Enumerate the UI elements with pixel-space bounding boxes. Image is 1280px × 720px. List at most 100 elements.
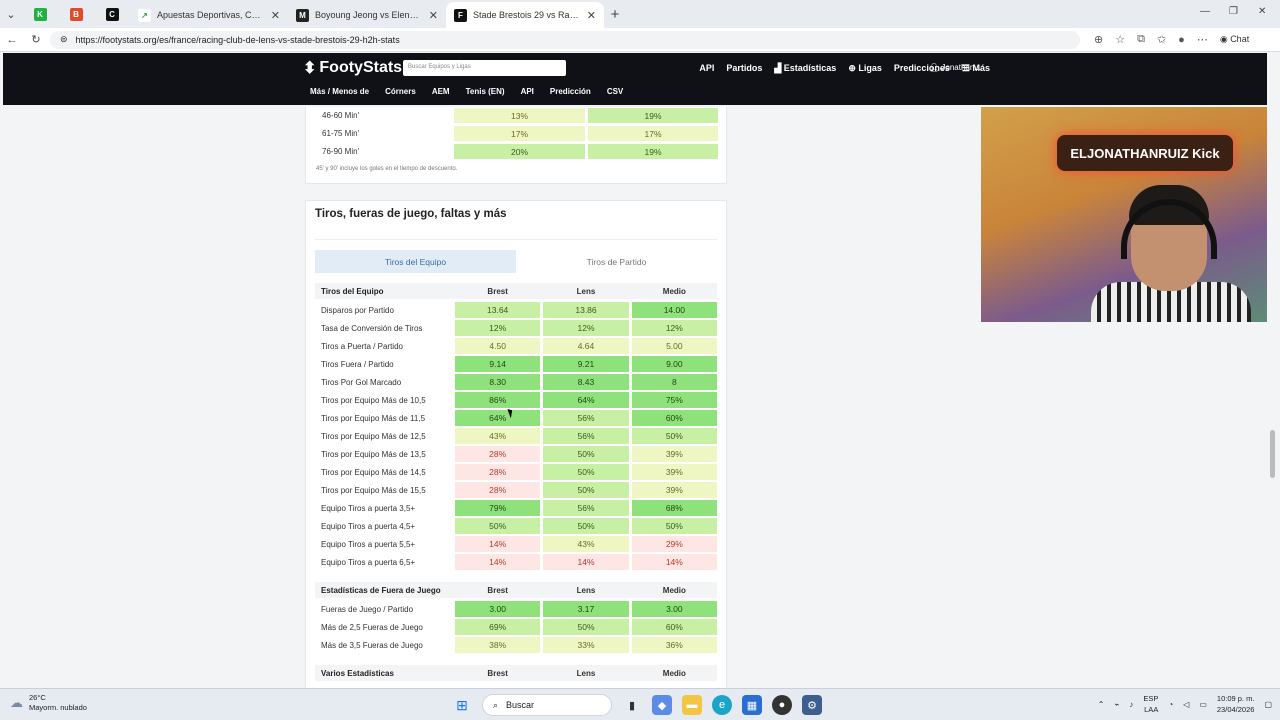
language-indicator[interactable]: ESP LAA xyxy=(1143,693,1158,715)
brest-value: 20% xyxy=(454,144,585,159)
chat-label: Chat xyxy=(1230,34,1250,44)
table-row: Equipo Tiros a puerta 6,5+ 14% 14% 14% xyxy=(315,554,718,570)
table-row: Tiros por Equipo Más de 13,5 28% 50% 39% xyxy=(315,446,718,462)
browser-tab-2[interactable]: M Boyoung Jeong vs Elena Micic H2... ✕ xyxy=(288,2,446,28)
brest-value: 14% xyxy=(454,554,541,570)
apuestas-favicon-icon: ↗ xyxy=(138,8,151,22)
taskbar-clock[interactable]: 10:09 p. m. 23/04/2026 xyxy=(1217,693,1255,715)
table-row: Tiros por Equipo Más de 15,5 28% 50% 39% xyxy=(315,482,718,498)
close-tab-icon[interactable]: ✕ xyxy=(587,9,596,22)
site-search-input[interactable]: Buscar Equipos y Ligas xyxy=(403,60,566,76)
edge-icon[interactable]: e xyxy=(712,695,732,715)
close-tab-icon[interactable]: ✕ xyxy=(271,9,280,22)
brest-value: 4.50 xyxy=(454,338,541,354)
tab-team-shots[interactable]: Tiros del Equipo xyxy=(315,250,516,273)
site-header: ⬍ FootyStats Buscar Equipos y Ligas API P… xyxy=(3,53,1267,105)
lens-header: Lens xyxy=(576,585,596,595)
brest-value: 13.64 xyxy=(454,302,541,318)
chart-icon: ▟ xyxy=(774,63,784,73)
brest-value: 17% xyxy=(454,126,585,141)
battery-icon[interactable]: ▭ xyxy=(1199,700,1207,709)
notifications-icon[interactable]: ▢ xyxy=(1264,700,1272,709)
brest-value: 64% xyxy=(454,410,541,426)
reload-icon[interactable]: ↻ xyxy=(24,33,48,46)
brest-value: 28% xyxy=(454,464,541,480)
subnav-corners[interactable]: Córners xyxy=(385,87,416,96)
lens-value: 56% xyxy=(543,428,629,444)
b-favicon-icon: B xyxy=(69,7,83,21)
subnav-csv[interactable]: CSV xyxy=(607,87,623,96)
favorites-icon[interactable]: ✩ xyxy=(1157,33,1166,46)
subnav-aem[interactable]: AEM xyxy=(432,87,450,96)
lens-value: 33% xyxy=(543,637,629,653)
system-tray: ⌃ ⌁ ♪ ESP LAA ◔ ◁ ▭ 10:09 p. m. 23/04/2026… xyxy=(1098,693,1272,715)
wifi-icon[interactable]: ◔ xyxy=(1168,700,1173,709)
network-icon[interactable]: ⌁ xyxy=(1114,700,1119,709)
pinned-tab-c[interactable]: C xyxy=(94,1,130,27)
minimize-icon[interactable]: — xyxy=(1200,6,1210,17)
average-value: 29% xyxy=(631,536,718,552)
volume-icon[interactable]: ◁ xyxy=(1183,700,1189,709)
more-menu-icon[interactable]: ⋯ xyxy=(1197,33,1208,46)
calculator-icon[interactable]: ▦ xyxy=(742,695,762,715)
browser-tab-3-active[interactable]: F Stade Brestois 29 vs Racing Club d... … xyxy=(446,2,604,28)
lens-value: 56% xyxy=(543,410,629,426)
settings-gear-icon[interactable]: ⚙ xyxy=(802,695,822,715)
restore-icon[interactable]: ❐ xyxy=(1229,6,1238,17)
site-info-icon[interactable]: ⊜ xyxy=(60,34,68,45)
table-row: Tiros por Equipo Más de 12,5 43% 56% 50% xyxy=(315,428,718,444)
taskbar-search[interactable]: ⌕ Buscar xyxy=(482,694,612,716)
nav-estadisticas[interactable]: ▟ Estadísticas xyxy=(774,63,836,74)
pinned-tab-k[interactable]: K xyxy=(22,1,58,27)
new-tab-button[interactable]: + xyxy=(604,6,626,23)
tray-chevron-icon[interactable]: ⌃ xyxy=(1098,700,1105,709)
pinned-tab-b[interactable]: B xyxy=(58,1,94,27)
nav-ligas[interactable]: ⊕ Ligas xyxy=(848,63,882,74)
task-view-icon[interactable]: ▮ xyxy=(622,695,642,715)
lens-value: 50% xyxy=(543,619,629,635)
read-aloud-icon[interactable]: ⊕ xyxy=(1094,33,1103,46)
page-scrollbar[interactable] xyxy=(1270,430,1275,478)
lens-value: 50% xyxy=(543,464,629,480)
file-explorer-icon[interactable]: ▬ xyxy=(682,695,702,715)
user-menu[interactable]: 👤︎ Jonathan... xyxy=(929,63,981,72)
brest-value: 12% xyxy=(454,320,541,336)
row-label: Más de 3,5 Fueras de Juego xyxy=(321,640,423,650)
favorite-star-icon[interactable]: ☆ xyxy=(1115,33,1125,46)
neon-sign: ELJONATHANRUIZ Kick xyxy=(1057,135,1233,171)
profile-avatar-icon[interactable]: ● xyxy=(1178,34,1185,46)
table-row: Tiros por Equipo Más de 11,5 64% 56% 60% xyxy=(315,410,718,426)
subnav-prediccion[interactable]: Predicción xyxy=(550,87,591,96)
nav-label: Estadísticas xyxy=(783,63,837,73)
close-window-icon[interactable]: ✕ xyxy=(1258,6,1266,17)
extensions-icon[interactable]: ⧉ xyxy=(1137,33,1145,46)
footystats-logo[interactable]: ⬍ FootyStats xyxy=(303,58,402,78)
url-input[interactable]: ⊜ https://footystats.org/es/france/racin… xyxy=(50,30,1080,49)
lens-value: 12% xyxy=(543,320,629,336)
lens-value: 3.17 xyxy=(543,601,629,617)
copilot-chat-button[interactable]: ◉ Chat xyxy=(1220,34,1249,45)
brest-value: 3.00 xyxy=(454,601,541,617)
close-tab-icon[interactable]: ✕ xyxy=(429,9,438,22)
average-value: 8 xyxy=(631,374,718,390)
obs-icon[interactable]: ● xyxy=(772,695,792,715)
subnav-api[interactable]: API xyxy=(521,87,534,96)
mic-icon[interactable]: ♪ xyxy=(1129,700,1133,709)
subnav-mas-menos[interactable]: Más / Menos de xyxy=(310,87,369,96)
back-arrow-icon[interactable]: ← xyxy=(0,34,24,46)
average-value: 14% xyxy=(631,554,718,570)
subnav-tenis[interactable]: Tenis (EN) xyxy=(466,87,505,96)
store-icon[interactable]: ◆ xyxy=(652,695,672,715)
weather-widget[interactable]: ☁ 26°C Mayorm. nublado xyxy=(10,693,87,713)
tab-search-chevron-icon[interactable]: ⌄ xyxy=(0,3,22,25)
windows-start-icon[interactable]: ⊞ xyxy=(452,695,472,715)
nav-partidos[interactable]: Partidos xyxy=(726,63,762,74)
lens-value: 56% xyxy=(543,500,629,516)
nav-api[interactable]: API xyxy=(699,63,714,74)
browser-tab-1[interactable]: ↗ Apuestas Deportivas, Casa de Ap... ✕ xyxy=(130,2,288,28)
weather-text: Mayorm. nublado xyxy=(29,703,87,712)
tab-match-shots[interactable]: Tiros de Partido xyxy=(516,250,717,273)
average-header: Medio xyxy=(662,668,686,678)
row-label: Equipo Tiros a puerta 3,5+ xyxy=(321,503,416,513)
average-value: 68% xyxy=(631,500,718,516)
